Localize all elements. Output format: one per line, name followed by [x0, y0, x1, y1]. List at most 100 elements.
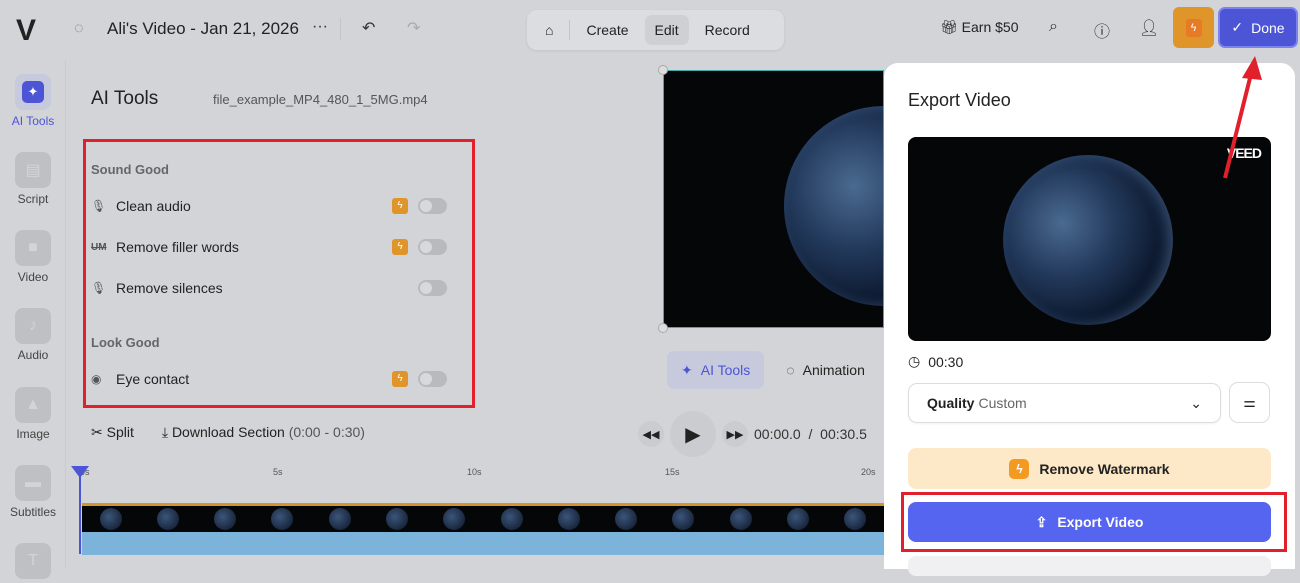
sidebar-item-ai-tools[interactable]: ✦ AI Tools: [0, 74, 66, 128]
sidebar-item-script[interactable]: ▤ Script: [0, 152, 66, 206]
earn-button[interactable]: 🎁︎ Earn $50: [940, 19, 1019, 36]
video-thumbnails: [82, 506, 884, 532]
duration: ◷ 00:30: [908, 353, 963, 370]
video-icon: ■: [15, 230, 51, 266]
divider: [340, 18, 341, 40]
sidebar-label: Image: [16, 427, 50, 441]
playhead-handle[interactable]: [71, 466, 89, 478]
current-time: 00:00.0: [754, 426, 801, 442]
upgrade-button[interactable]: ϟ: [1173, 7, 1214, 48]
remove-watermark-label: Remove Watermark: [1039, 460, 1170, 477]
search-icon[interactable]: ⌕: [1049, 18, 1058, 36]
audio-icon: ♪: [15, 308, 51, 344]
tick-label: 5s: [273, 467, 283, 477]
tab-animation[interactable]: ◌ Animation: [772, 351, 879, 389]
chevron-down-icon: ⌄: [1190, 394, 1202, 411]
sparkle-icon: ✦: [681, 361, 693, 378]
playback-controls: ◀◀ ▶ ▶▶: [638, 411, 748, 457]
video-track[interactable]: [82, 503, 884, 555]
image-icon: ▲: [15, 387, 51, 423]
red-arrow-annotation: [1223, 56, 1262, 179]
audio-track[interactable]: [82, 532, 884, 555]
project-title[interactable]: Ali's Video - Jan 21, 2026: [107, 19, 299, 39]
remove-watermark-button[interactable]: ϟ Remove Watermark: [908, 448, 1271, 489]
done-button[interactable]: ✓ Done: [1218, 7, 1298, 48]
animation-icon: ◌: [786, 362, 795, 378]
sidebar-item-subtitles[interactable]: ▬ Subtitles: [0, 465, 66, 519]
resize-handle[interactable]: [658, 323, 668, 333]
split-button[interactable]: ✂ Split: [91, 424, 134, 441]
invite-user-icon[interactable]: 👤︎: [1139, 18, 1159, 38]
file-name: file_example_MP4_480_1_5MG.mp4: [213, 92, 428, 107]
earth-image: [784, 106, 883, 306]
more-options-button[interactable]: ···: [312, 18, 328, 36]
resize-handle[interactable]: [658, 65, 668, 75]
highlight-box-export: [901, 492, 1287, 552]
timeline-toolbar: ✂ Split ⤓ Download Section (0:00 - 0:30): [91, 424, 365, 441]
tab-ai-tools[interactable]: ✦ AI Tools: [667, 351, 765, 389]
quality-value: Custom: [978, 395, 1027, 411]
sliders-icon: ⚌: [1243, 394, 1256, 410]
download-icon: ⤓: [161, 424, 172, 440]
highlight-box-ai-tools: [83, 139, 475, 408]
gift-icon: 🎁︎: [940, 19, 962, 35]
time-display: 00:00.0 / 00:30.5: [754, 426, 867, 442]
cloud-sync-icon: ◌: [74, 20, 84, 37]
sidebar-label: Subtitles: [9, 505, 57, 519]
veed-logo[interactable]: V: [16, 14, 36, 48]
sidebar-item-text[interactable]: T: [0, 543, 66, 583]
lightning-icon: ϟ: [1185, 18, 1202, 37]
quality-label: Quality: [927, 395, 975, 411]
sidebar-label: Video: [17, 270, 49, 284]
earn-label: Earn $50: [961, 19, 1019, 35]
subtitles-icon: ▬: [15, 465, 51, 501]
tick-label: 10s: [467, 467, 482, 477]
clock-icon: ◷: [908, 353, 921, 369]
check-icon: ✓: [1231, 19, 1244, 35]
preview-tabs: ✦ AI Tools ◌ Animation: [667, 351, 879, 389]
export-title: Export Video: [908, 90, 1011, 110]
sidebar-label: Script: [17, 192, 49, 206]
sidebar-item-image[interactable]: ▲ Image: [0, 387, 66, 441]
tick-label: 15s: [665, 467, 680, 477]
export-settings-button[interactable]: ⚌: [1229, 382, 1270, 423]
video-preview[interactable]: [663, 70, 884, 328]
mode-record[interactable]: Record: [695, 15, 760, 45]
undo-button[interactable]: ↶: [362, 18, 375, 38]
quality-dropdown[interactable]: Quality Custom ⌄: [908, 383, 1221, 423]
split-label: Split: [106, 424, 134, 440]
tab-label: Animation: [802, 362, 865, 378]
text-icon: T: [15, 543, 51, 579]
sidebar-item-video[interactable]: ■ Video: [0, 230, 66, 284]
done-label: Done: [1251, 19, 1285, 36]
ai-sparkle-icon: ✦: [22, 81, 44, 103]
mode-switcher: ⌂ Create Edit Record: [527, 10, 784, 50]
sidebar-label: AI Tools: [11, 114, 55, 128]
timeline-ruler[interactable]: 0s 5s 10s 15s 20s: [80, 467, 884, 487]
lightning-icon: ϟ: [1009, 458, 1030, 479]
rewind-button[interactable]: ◀◀: [638, 421, 664, 447]
play-button[interactable]: ▶: [670, 411, 716, 457]
playhead[interactable]: [79, 468, 81, 554]
download-section-button[interactable]: ⤓ Download Section (0:00 - 0:30): [162, 424, 365, 441]
mode-edit[interactable]: Edit: [644, 15, 689, 45]
tab-label: AI Tools: [700, 362, 751, 378]
download-range: (0:00 - 0:30): [288, 424, 365, 440]
script-icon: ▤: [15, 152, 51, 188]
earth-image: [1003, 155, 1173, 325]
panel-title: AI Tools: [91, 88, 159, 109]
sidebar-item-audio[interactable]: ♪ Audio: [0, 308, 66, 362]
divider: [569, 20, 571, 40]
duration-value: 00:30: [928, 353, 964, 370]
fast-forward-button[interactable]: ▶▶: [722, 421, 748, 447]
scissors-icon: ✂: [91, 424, 107, 440]
mode-create[interactable]: Create: [576, 15, 638, 45]
sidebar-label: Audio: [17, 348, 49, 362]
total-time: 00:30.5: [820, 426, 867, 442]
tick-label: 20s: [861, 467, 876, 477]
time-separator: /: [808, 426, 813, 442]
secondary-button[interactable]: [908, 556, 1271, 576]
redo-button[interactable]: ↷: [407, 18, 420, 38]
help-icon[interactable]: ⓘ: [1094, 18, 1110, 42]
home-button[interactable]: ⌂: [535, 15, 563, 45]
